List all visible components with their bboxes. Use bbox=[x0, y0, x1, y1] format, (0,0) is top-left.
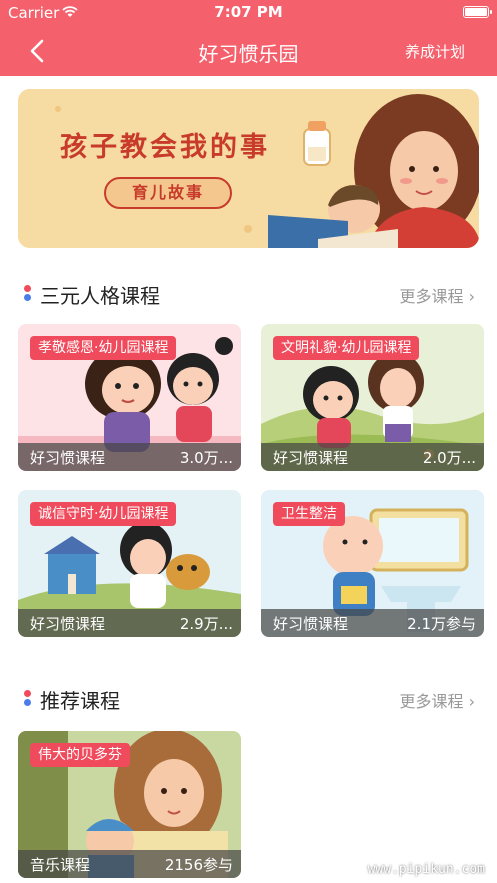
nav-bar: 好习惯乐园 养成计划 bbox=[0, 26, 497, 76]
course-card-filial-piety[interactable]: 孝敬感恩·幼儿园课程 好习惯课程 3.0万... bbox=[18, 324, 241, 471]
section-title-personality: 三元人格课程 bbox=[40, 284, 160, 308]
course-card-beethoven[interactable]: 伟大的贝多芬 音乐课程 2156参与 bbox=[18, 731, 241, 878]
training-plan-link[interactable]: 养成计划 bbox=[405, 41, 465, 62]
course-category: 好习惯课程 bbox=[30, 449, 106, 467]
watermark: www.pipikun.com bbox=[367, 862, 485, 877]
more-courses-label: 更多课程 bbox=[399, 692, 464, 711]
chevron-right-icon: › bbox=[468, 287, 475, 306]
course-tag: 卫生整洁 bbox=[273, 502, 345, 526]
course-card-courtesy[interactable]: 文明礼貌·幼儿园课程 好习惯课程 2.0万... bbox=[261, 324, 484, 471]
card-footer: 好习惯课程 2.1万参与 bbox=[261, 609, 484, 637]
course-card-honesty[interactable]: 诚信守时·幼儿园课程 好习惯课程 2.9万... bbox=[18, 490, 241, 637]
section-marker-icon bbox=[24, 690, 31, 708]
banner-subtitle: 育儿故事 bbox=[104, 177, 232, 209]
course-category: 好习惯课程 bbox=[273, 615, 349, 633]
course-category: 音乐课程 bbox=[30, 856, 91, 874]
story-banner[interactable]: 孩子教会我的事 育儿故事 bbox=[18, 89, 479, 248]
participant-count: 2156参与 bbox=[164, 856, 233, 874]
banner-illustration bbox=[18, 89, 479, 248]
participant-count: 2.0万... bbox=[422, 449, 476, 467]
course-tag: 孝敬感恩·幼儿园课程 bbox=[30, 336, 177, 360]
participant-count: 2.1万参与 bbox=[407, 615, 476, 633]
participant-count: 3.0万... bbox=[179, 449, 233, 467]
more-courses-label: 更多课程 bbox=[399, 287, 464, 306]
card-footer: 好习惯课程 3.0万... bbox=[18, 443, 241, 471]
clock: 7:07 PM bbox=[214, 3, 283, 21]
more-courses-link-2[interactable]: 更多课程 › bbox=[399, 688, 475, 712]
course-tag: 文明礼貌·幼儿园课程 bbox=[273, 336, 420, 360]
course-category: 好习惯课程 bbox=[30, 615, 106, 633]
card-footer: 音乐课程 2156参与 bbox=[18, 850, 241, 878]
status-bar: Carrier 7:07 PM bbox=[0, 0, 497, 26]
chevron-right-icon: › bbox=[468, 692, 475, 711]
participant-count: 2.9万... bbox=[179, 615, 233, 633]
more-courses-link-1[interactable]: 更多课程 › bbox=[399, 283, 475, 307]
card-footer: 好习惯课程 2.0万... bbox=[261, 443, 484, 471]
banner-headline: 孩子教会我的事 bbox=[60, 132, 270, 163]
section-title-recommended: 推荐课程 bbox=[40, 689, 120, 713]
course-card-hygiene[interactable]: 卫生整洁 好习惯课程 2.1万参与 bbox=[261, 490, 484, 637]
course-tag: 诚信守时·幼儿园课程 bbox=[30, 502, 177, 526]
section-marker-icon bbox=[24, 285, 31, 303]
card-footer: 好习惯课程 2.9万... bbox=[18, 609, 241, 637]
course-category: 好习惯课程 bbox=[273, 449, 349, 467]
course-tag: 伟大的贝多芬 bbox=[30, 743, 130, 767]
battery-icon bbox=[463, 6, 492, 18]
